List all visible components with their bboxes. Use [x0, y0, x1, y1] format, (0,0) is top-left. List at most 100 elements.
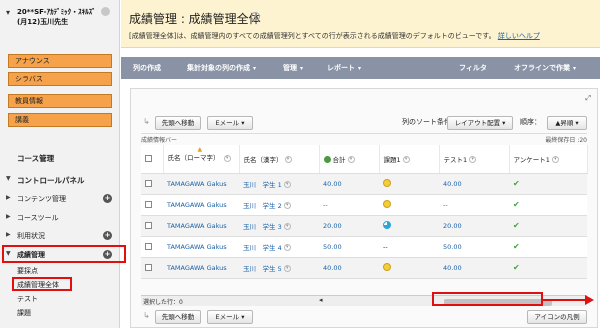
row-select-cell[interactable]: [141, 236, 163, 258]
fullscreen-icon[interactable]: ⤢: [585, 94, 591, 103]
test1-cell[interactable]: 40.00: [439, 257, 509, 279]
total-cell[interactable]: 40.00: [319, 173, 379, 195]
column-menu-chevron-icon[interactable]: ▾: [402, 156, 410, 164]
student-romaji-name[interactable]: TAMAGAWA Gakus: [167, 201, 227, 209]
student-kanji-name[interactable]: 玉川 学生 2: [243, 202, 282, 210]
completed-check-icon[interactable]: ✔: [513, 179, 520, 188]
grade-value[interactable]: 20.00: [443, 222, 462, 230]
row-menu-chevron-icon[interactable]: ▾: [283, 223, 291, 230]
student-romaji-name[interactable]: TAMAGAWA Gakus: [167, 243, 227, 251]
control-panel-row[interactable]: ▼ コントロールパネル: [0, 173, 120, 187]
column-menu-chevron-icon[interactable]: ▾: [469, 156, 477, 164]
collapse-chevron-icon[interactable]: ▾: [6, 8, 10, 17]
total-cell[interactable]: 20.00: [319, 215, 379, 237]
menu-button-announcements[interactable]: アナウンス: [8, 54, 112, 68]
column-header-assignment1[interactable]: 課題1 ▾: [379, 145, 440, 174]
test1-cell[interactable]: 20.00: [439, 215, 509, 237]
grade-value[interactable]: 40.00: [443, 180, 462, 188]
column-header-survey1[interactable]: アンケート1 ▾: [509, 145, 588, 174]
manage-menu[interactable]: 管理 ▾: [283, 63, 303, 73]
grade-value[interactable]: 40.00: [323, 264, 342, 272]
work-offline-menu[interactable]: オフラインで作業 ▾: [514, 63, 576, 73]
grade-value[interactable]: 40.00: [323, 180, 342, 188]
row-menu-chevron-icon[interactable]: ▾: [283, 202, 291, 209]
select-all-checkbox[interactable]: [145, 155, 152, 163]
row-checkbox[interactable]: [145, 180, 152, 187]
menu-button-instructor-info[interactable]: 教員情報: [8, 94, 112, 108]
column-menu-chevron-icon[interactable]: ▾: [551, 156, 559, 164]
title-options-chevron-icon[interactable]: ▾: [251, 12, 260, 21]
menu-button-syllabus[interactable]: シラバス: [8, 72, 112, 86]
nav-item-usage[interactable]: ▶ 利用状況 +: [0, 229, 120, 243]
column-menu-chevron-icon[interactable]: ▾: [223, 154, 231, 162]
column-header-total[interactable]: 合計 ▾: [319, 145, 380, 174]
student-kanji-cell[interactable]: 玉川 学生 2 ▾: [239, 194, 319, 216]
scroll-left-arrow-icon[interactable]: ◂: [319, 296, 323, 304]
test1-cell[interactable]: 50.00: [439, 236, 509, 258]
reports-menu[interactable]: レポート ▾: [327, 63, 361, 73]
icon-legend-button[interactable]: アイコンの凡例: [527, 310, 587, 324]
completed-check-icon[interactable]: ✔: [513, 200, 520, 209]
student-romaji-cell[interactable]: TAMAGAWA Gakus: [163, 173, 239, 195]
create-calculated-column-menu[interactable]: 集計対象の列の作成 ▾: [187, 63, 256, 73]
row-menu-chevron-icon[interactable]: ▾: [283, 181, 291, 188]
grade-value[interactable]: 50.00: [443, 243, 462, 251]
order-select[interactable]: ▲昇順 ▾: [547, 116, 587, 130]
help-link[interactable]: 詳しいヘルプ: [498, 32, 540, 40]
menu-button-lectures[interactable]: 講義: [8, 113, 112, 127]
assignment1-cell[interactable]: [379, 194, 439, 216]
row-checkbox[interactable]: [145, 243, 152, 250]
test1-cell[interactable]: 40.00: [439, 173, 509, 195]
survey1-cell[interactable]: ✔: [509, 173, 587, 195]
sort-by-select[interactable]: レイアウト配置 ▾: [447, 116, 513, 130]
survey1-cell[interactable]: ✔: [509, 194, 587, 216]
in-progress-pie-icon[interactable]: [383, 220, 391, 229]
sub-item-assignments[interactable]: 課題: [17, 308, 31, 318]
student-romaji-cell[interactable]: TAMAGAWA Gakus: [163, 257, 239, 279]
row-checkbox[interactable]: [145, 264, 152, 271]
column-menu-chevron-icon[interactable]: ▾: [347, 156, 355, 164]
row-select-cell[interactable]: [141, 257, 163, 279]
student-romaji-name[interactable]: TAMAGAWA Gakus: [167, 180, 227, 188]
create-column-button[interactable]: 列の作成: [133, 63, 161, 73]
column-menu-chevron-icon[interactable]: ▾: [284, 156, 292, 164]
email-button-bottom[interactable]: Eメール ▾: [207, 310, 253, 324]
course-header[interactable]: ▾ 20**SF-ｱｶﾃﾞﾐｯｸ・ｽｷﾙｽﾞ (月12)玉川先生: [0, 0, 120, 44]
sub-item-tests[interactable]: テスト: [17, 294, 38, 304]
student-kanji-cell[interactable]: 玉川 学生 1 ▾: [239, 173, 319, 195]
grade-value[interactable]: 50.00: [323, 243, 342, 251]
student-kanji-name[interactable]: 玉川 学生 1: [243, 181, 282, 189]
completed-check-icon[interactable]: ✔: [513, 221, 520, 230]
grade-value[interactable]: --: [443, 201, 448, 209]
select-all-cell[interactable]: [141, 145, 164, 174]
move-to-top-button[interactable]: 先頭へ移動: [155, 116, 201, 130]
survey1-cell[interactable]: ✔: [509, 215, 587, 237]
row-checkbox[interactable]: [145, 201, 152, 208]
move-to-top-button-bottom[interactable]: 先頭へ移動: [155, 310, 201, 324]
row-select-cell[interactable]: [141, 194, 163, 216]
student-romaji-cell[interactable]: TAMAGAWA Gakus: [163, 215, 239, 237]
student-romaji-name[interactable]: TAMAGAWA Gakus: [167, 222, 227, 230]
row-menu-chevron-icon[interactable]: ▾: [283, 265, 291, 272]
nav-item-content[interactable]: ▶ コンテンツ管理 +: [0, 192, 120, 206]
column-header-kanji[interactable]: 氏名（漢字） ▾: [239, 145, 320, 174]
completed-check-icon[interactable]: ✔: [513, 263, 520, 272]
grade-value[interactable]: 40.00: [443, 264, 462, 272]
assignment1-cell[interactable]: [379, 215, 439, 237]
grade-value[interactable]: --: [323, 201, 328, 209]
student-kanji-name[interactable]: 玉川 学生 5: [243, 265, 282, 273]
filter-button[interactable]: フィルタ: [459, 63, 487, 73]
row-select-cell[interactable]: [141, 173, 163, 195]
student-kanji-name[interactable]: 玉川 学生 4: [243, 244, 282, 252]
student-kanji-cell[interactable]: 玉川 学生 5 ▾: [239, 257, 319, 279]
student-kanji-cell[interactable]: 玉川 学生 4 ▾: [239, 236, 319, 258]
completed-check-icon[interactable]: ✔: [513, 242, 520, 251]
total-cell[interactable]: --: [319, 194, 379, 216]
assignment1-cell[interactable]: [379, 173, 439, 195]
total-cell[interactable]: 40.00: [319, 257, 379, 279]
student-kanji-name[interactable]: 玉川 学生 3: [243, 223, 282, 231]
grade-value[interactable]: 20.00: [323, 222, 342, 230]
course-options-icon[interactable]: [101, 7, 110, 16]
nav-item-course-tools[interactable]: ▶ コースツール: [0, 211, 120, 225]
student-romaji-cell[interactable]: TAMAGAWA Gakus: [163, 236, 239, 258]
